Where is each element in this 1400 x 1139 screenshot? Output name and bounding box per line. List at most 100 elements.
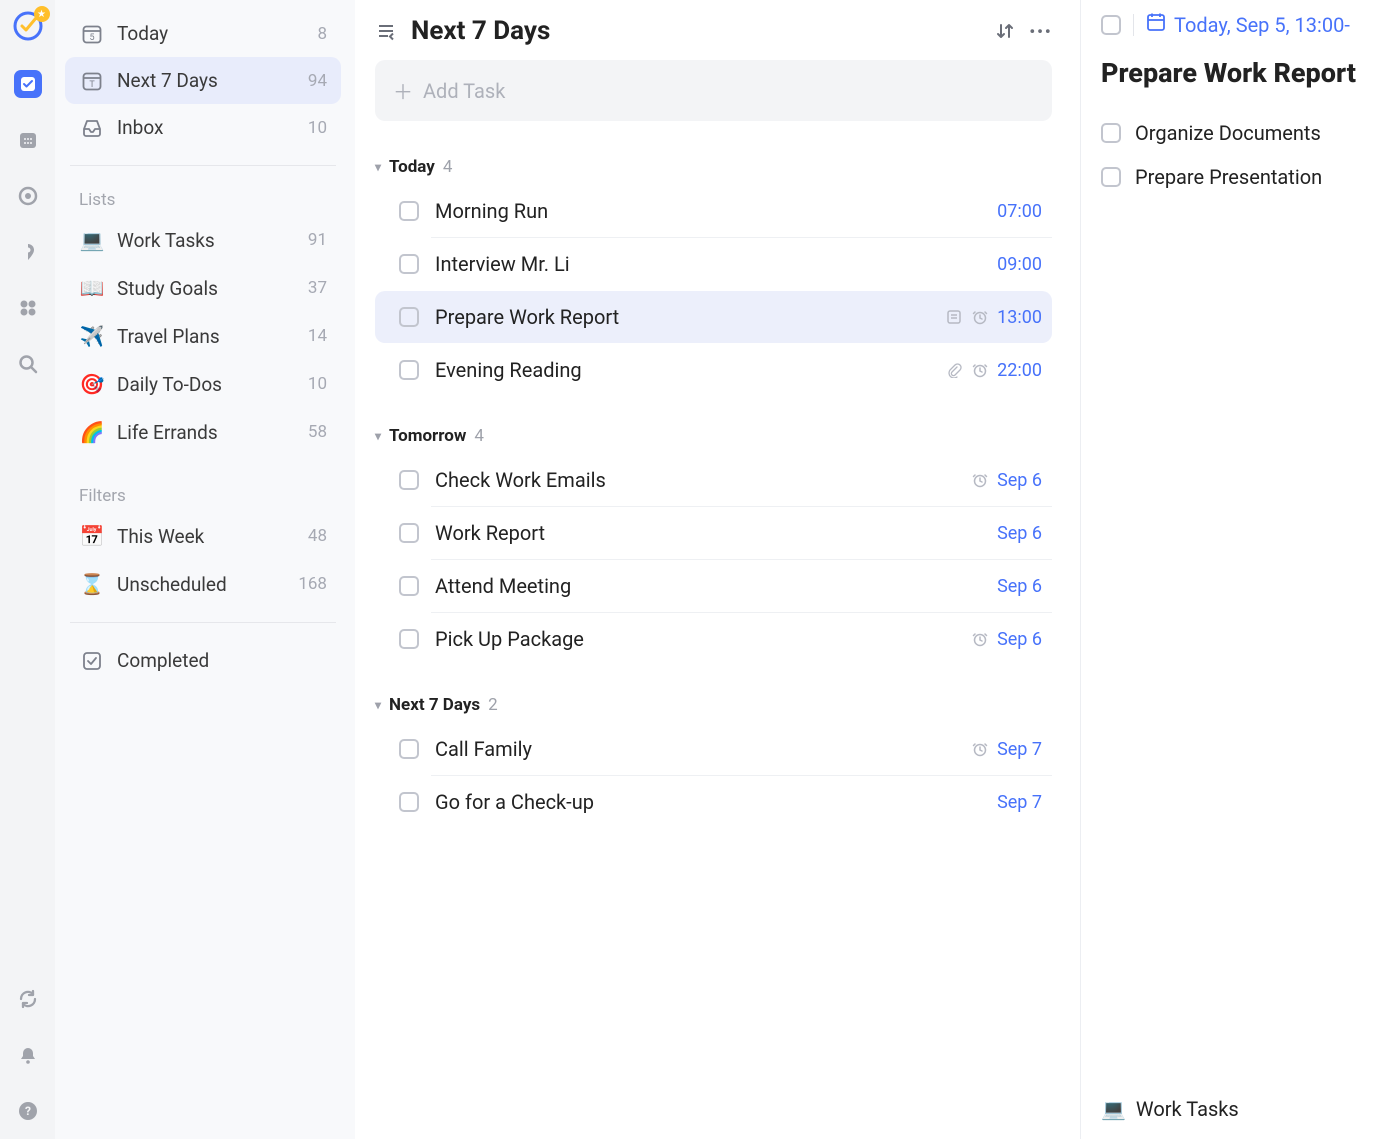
sidebar-item-today[interactable]: 5 Today 8	[65, 10, 341, 57]
task-row[interactable]: Check Work Emails Sep 6	[375, 454, 1052, 506]
task-time: 22:00	[997, 360, 1042, 381]
subtask-row[interactable]: Organize Documents	[1101, 111, 1400, 155]
subtask-checkbox[interactable]	[1101, 167, 1121, 187]
rail-focus-icon[interactable]	[14, 182, 42, 210]
detail-complete-checkbox[interactable]	[1101, 15, 1121, 35]
subtask-checkbox[interactable]	[1101, 123, 1121, 143]
group-header-today[interactable]: ▾ Today 4	[375, 157, 1052, 177]
task-row[interactable]: Go for a Check-up Sep 7	[375, 776, 1052, 828]
sidebar-filter-this-week[interactable]: 📅 This Week 48	[65, 512, 341, 560]
task-time: Sep 6	[997, 523, 1042, 544]
main-title: Next 7 Days	[411, 16, 550, 46]
sidebar-list-daily-to-dos[interactable]: 🎯 Daily To-Dos 10	[65, 360, 341, 408]
group-header-next-7-days[interactable]: ▾ Next 7 Days 2	[375, 695, 1052, 715]
sidebar-item-count: 37	[308, 278, 327, 298]
task-meta: Sep 7	[997, 792, 1042, 813]
subtask-label: Organize Documents	[1135, 121, 1321, 145]
sidebar-list-life-errands[interactable]: 🌈 Life Errands 58	[65, 408, 341, 456]
task-row[interactable]: Attend Meeting Sep 6	[375, 560, 1052, 612]
task-row[interactable]: Evening Reading 22:00	[375, 344, 1052, 396]
note-icon	[945, 309, 963, 325]
sidebar-item-next-7-days[interactable]: T Next 7 Days 94	[65, 57, 341, 104]
detail-header: Today, Sep 5, 13:00-	[1101, 12, 1400, 57]
subtask-row[interactable]: Prepare Presentation	[1101, 155, 1400, 199]
alarm-icon	[971, 631, 989, 647]
sidebar-list-travel-plans[interactable]: ✈️ Travel Plans 14	[65, 312, 341, 360]
sidebar-item-label: Unscheduled	[117, 573, 227, 596]
rail-calendar-icon[interactable]	[14, 126, 42, 154]
inbox-icon	[79, 117, 105, 139]
task-time: Sep 6	[997, 470, 1042, 491]
task-checkbox[interactable]	[399, 523, 419, 543]
sidebar: 5 Today 8T Next 7 Days 94 Inbox 10 Lists💻…	[55, 0, 355, 1139]
more-icon[interactable]: •••	[1030, 22, 1052, 41]
rail-notifications-icon[interactable]	[14, 1041, 42, 1069]
task-row[interactable]: Morning Run 07:00	[375, 185, 1052, 237]
add-task-input[interactable]: ＋ Add Task	[375, 60, 1052, 121]
detail-date[interactable]: Today, Sep 5, 13:00-	[1146, 12, 1350, 37]
detail-list-selector[interactable]: 💻 Work Tasks	[1101, 1077, 1400, 1129]
sidebar-item-label: Today	[117, 22, 168, 45]
sidebar-list-work-tasks[interactable]: 💻 Work Tasks 91	[65, 216, 341, 264]
sidebar-item-label: Next 7 Days	[117, 69, 218, 92]
task-checkbox[interactable]	[399, 792, 419, 812]
sidebar-item-inbox[interactable]: Inbox 10	[65, 104, 341, 151]
calendar-icon	[1146, 12, 1166, 37]
rail-apps-icon[interactable]	[14, 294, 42, 322]
task-row[interactable]: Prepare Work Report 13:00	[375, 291, 1052, 343]
rail-sync-icon[interactable]	[14, 985, 42, 1013]
task-meta: Sep 6	[971, 470, 1042, 491]
task-time: Sep 7	[997, 792, 1042, 813]
task-time: 07:00	[997, 201, 1042, 222]
rail-search-icon[interactable]	[14, 350, 42, 378]
list-emoji-icon: 📖	[79, 276, 105, 300]
svg-text:5: 5	[89, 33, 94, 43]
app-logo[interactable]: ★	[12, 10, 44, 42]
clip-icon	[945, 362, 963, 378]
chevron-down-icon: ▾	[375, 698, 381, 712]
task-meta: 07:00	[997, 201, 1042, 222]
alarm-icon	[971, 309, 989, 325]
task-checkbox[interactable]	[399, 739, 419, 759]
toggle-sidebar-icon[interactable]	[375, 21, 397, 41]
svg-text:T: T	[89, 80, 95, 90]
sidebar-item-count: 58	[308, 422, 327, 442]
task-title: Check Work Emails	[435, 468, 606, 492]
task-row[interactable]: Pick Up Package Sep 6	[375, 613, 1052, 665]
task-checkbox[interactable]	[399, 576, 419, 596]
task-time: Sep 6	[997, 576, 1042, 597]
main-panel: Next 7 Days ••• ＋ Add Task ▾ Today 4 Mor…	[355, 0, 1080, 1139]
task-checkbox[interactable]	[399, 201, 419, 221]
add-task-placeholder: Add Task	[423, 79, 505, 103]
list-emoji-icon: 🎯	[79, 372, 105, 396]
sidebar-completed[interactable]: Completed	[65, 637, 341, 684]
rail-habit-icon[interactable]	[14, 238, 42, 266]
group-header-tomorrow[interactable]: ▾ Tomorrow 4	[375, 426, 1052, 446]
today-icon: 5	[79, 23, 105, 45]
task-checkbox[interactable]	[399, 307, 419, 327]
task-title: Attend Meeting	[435, 574, 571, 598]
premium-badge-icon: ★	[34, 6, 50, 22]
task-checkbox[interactable]	[399, 254, 419, 274]
chevron-down-icon: ▾	[375, 160, 381, 174]
task-checkbox[interactable]	[399, 629, 419, 649]
task-time: Sep 6	[997, 629, 1042, 650]
task-row[interactable]: Work Report Sep 6	[375, 507, 1052, 559]
group-name: Today	[389, 157, 435, 177]
sidebar-item-label: Daily To-Dos	[117, 373, 222, 396]
rail-help-icon[interactable]: ?	[14, 1097, 42, 1125]
rail-tasks-icon[interactable]	[14, 70, 42, 98]
sidebar-item-count: 14	[308, 326, 327, 346]
detail-title[interactable]: Prepare Work Report	[1101, 57, 1400, 89]
task-row[interactable]: Interview Mr. Li 09:00	[375, 238, 1052, 290]
sort-icon[interactable]	[994, 22, 1016, 40]
sidebar-list-study-goals[interactable]: 📖 Study Goals 37	[65, 264, 341, 312]
task-checkbox[interactable]	[399, 470, 419, 490]
task-row[interactable]: Call Family Sep 7	[375, 723, 1052, 775]
completed-icon	[79, 650, 105, 672]
sidebar-filter-unscheduled[interactable]: ⌛ Unscheduled 168	[65, 560, 341, 608]
sidebar-item-label: Inbox	[117, 116, 163, 139]
task-checkbox[interactable]	[399, 360, 419, 380]
task-meta: Sep 6	[971, 629, 1042, 650]
lists-heading: Lists	[65, 180, 341, 216]
